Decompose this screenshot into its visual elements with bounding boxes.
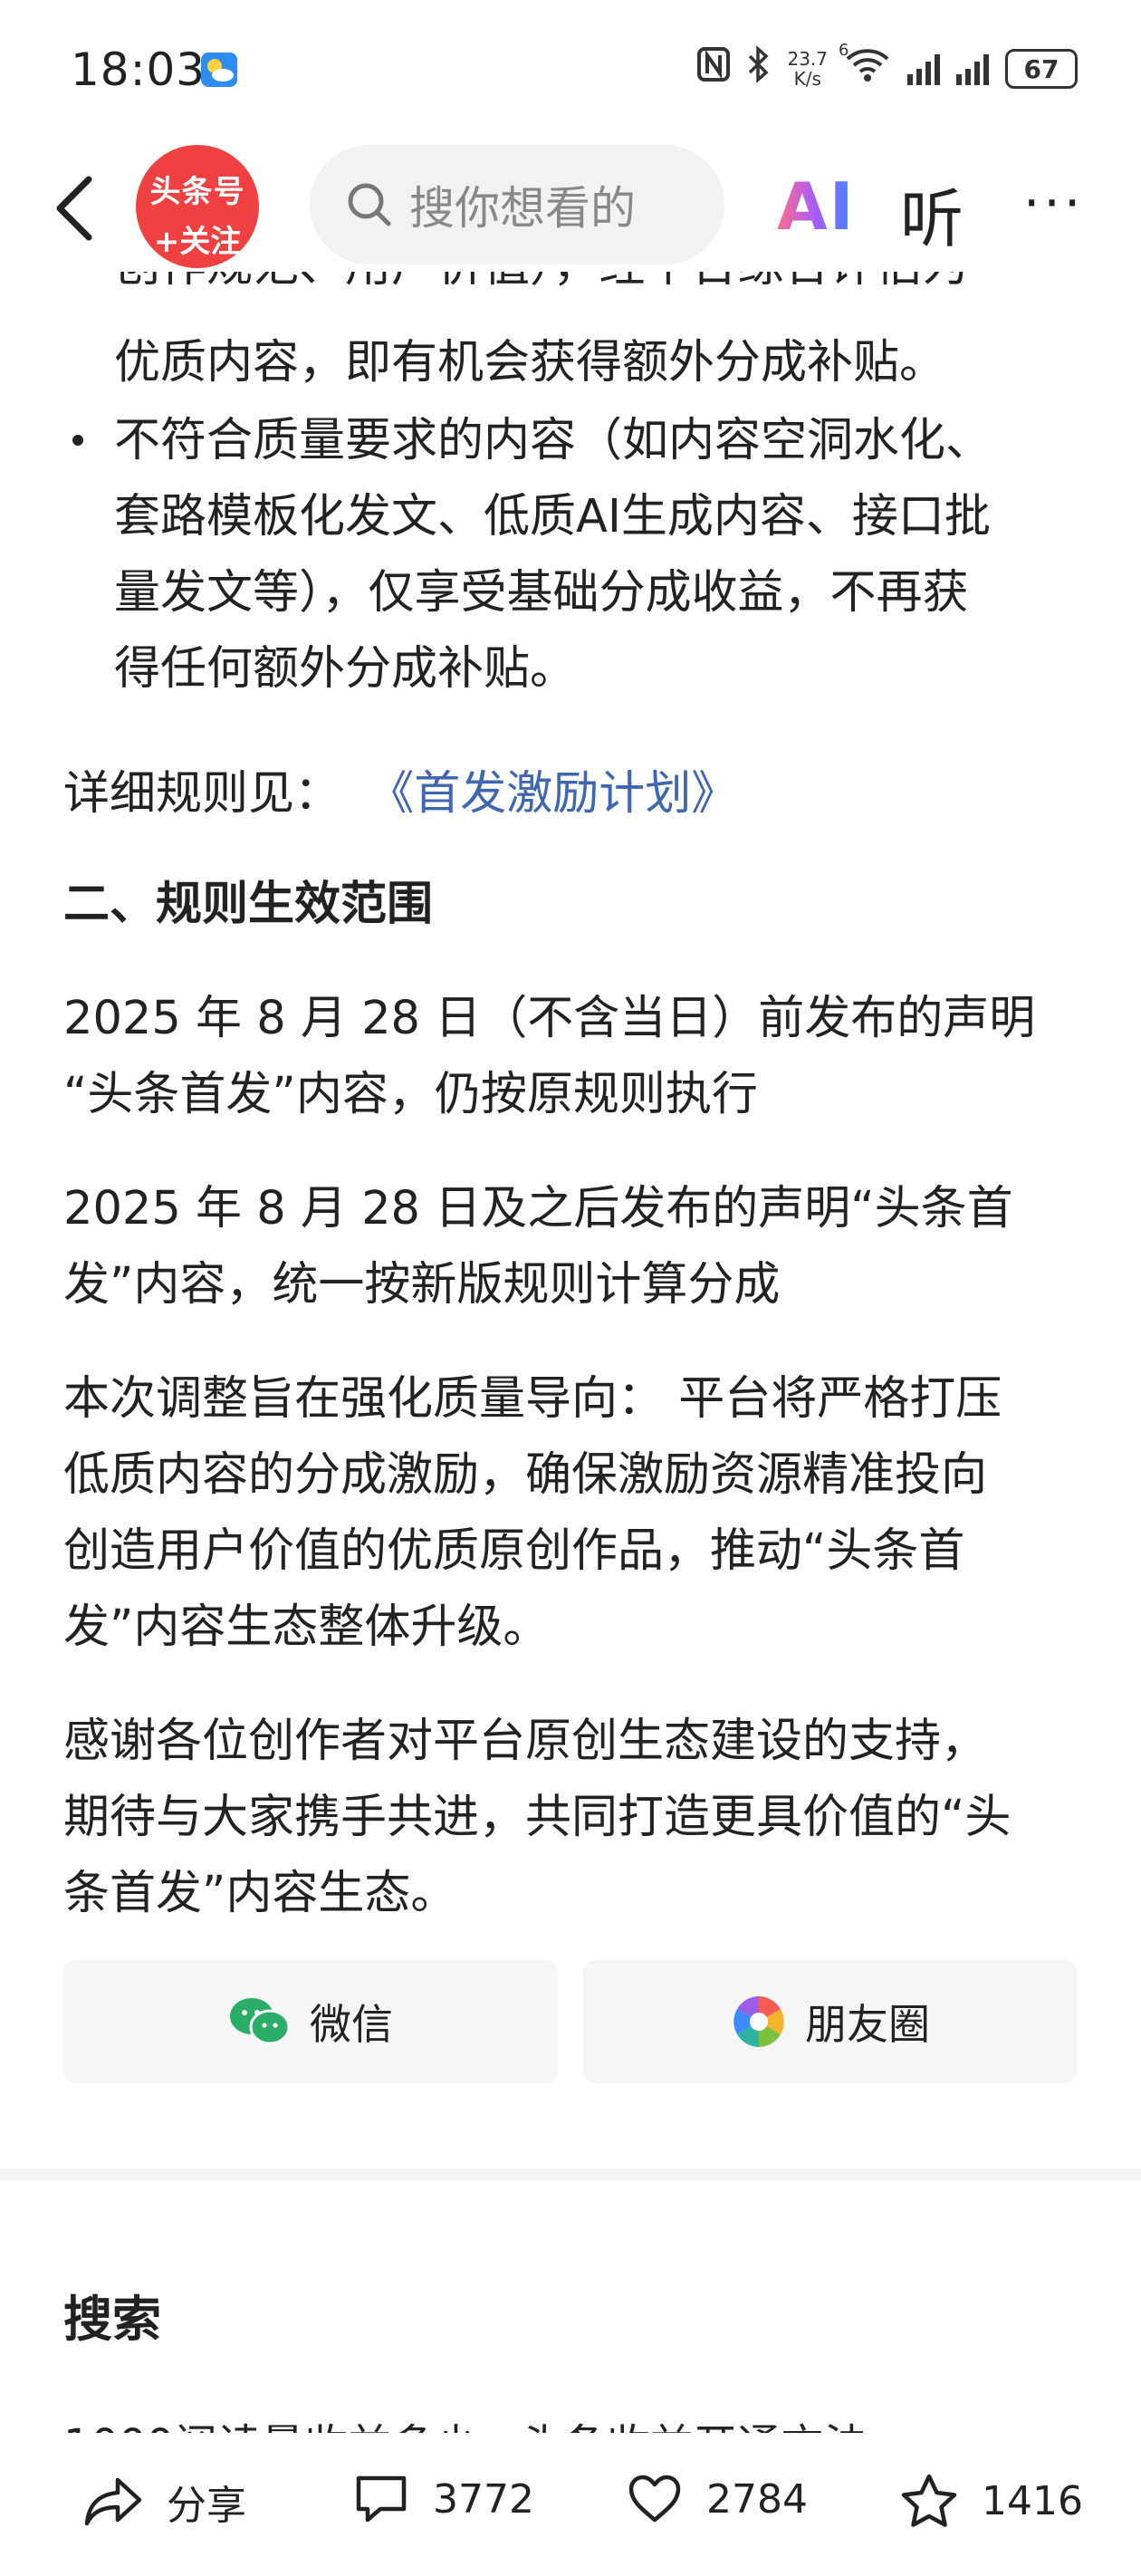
status-icons: 23.7 K/s 6 67 [696, 41, 1078, 92]
paragraph-line: 创造用户价值的优质原创作品，推动“头条首 [63, 1524, 965, 1578]
like-count: 2784 [706, 2475, 808, 2523]
like-button[interactable]: 2784 [627, 2473, 808, 2525]
share-wechat-button[interactable]: 微信 [63, 1960, 558, 2083]
article-cut-line: 创作规范、用户价值），经平台综合评估为 [63, 272, 1087, 308]
paragraph-line: “头条首发”内容，仍按原规则执行 [63, 1068, 758, 1121]
rules-link[interactable]: 《首发激励计划》 [368, 767, 737, 821]
share-label: 分享 [167, 2483, 246, 2529]
share-icon [83, 2475, 143, 2529]
back-button[interactable] [49, 172, 103, 245]
follow-label: +关注 [153, 224, 242, 260]
bluetooth-icon [747, 45, 771, 92]
moments-icon [731, 1994, 787, 2050]
star-icon [900, 2473, 958, 2529]
search-icon [346, 181, 393, 228]
paragraph-line: 2025 年 8 月 28 日（不含当日）前发布的声明 [63, 992, 1036, 1045]
wechat-label: 微信 [310, 2000, 393, 2049]
paragraph-line: 2025 年 8 月 28 日及之后发布的声明“头条首 [63, 1182, 1013, 1235]
rules-prefix: 详细规则见： [63, 767, 341, 821]
heart-icon [627, 2473, 683, 2525]
comment-count: 3772 [433, 2475, 534, 2523]
account-logo: 头条号 [149, 174, 245, 210]
article-line: 得任何额外分成补贴。 [114, 642, 577, 696]
more-button[interactable]: ··· [1023, 172, 1084, 234]
status-time: 18:03 [71, 43, 206, 96]
article-line: 套路模板化发文、低质AI生成内容、接口批 [114, 490, 991, 543]
account-follow-button[interactable]: 头条号 +关注 [136, 145, 259, 268]
favorite-count: 1416 [982, 2477, 1083, 2524]
share-button[interactable]: 分享 [83, 2473, 246, 2531]
favorite-button[interactable]: 1416 [900, 2473, 1083, 2529]
signal-2-icon [956, 53, 989, 85]
paragraph-line: 条首发”内容生态。 [63, 1867, 457, 1920]
paragraph-line: 感谢各位创作者对平台原创生态建设的支持， [63, 1715, 988, 1768]
rules-line: 详细规则见： 《首发激励计划》 [63, 755, 737, 822]
weather-icon [201, 53, 237, 87]
search-bar[interactable]: 搜你想看的 [310, 145, 724, 264]
ai-button[interactable]: AI [777, 168, 856, 245]
paragraph-line: 本次调整旨在强化质量导向： 平台将严格打压 [63, 1372, 1002, 1426]
battery-icon: 67 [1005, 49, 1078, 89]
network-speed: 23.7 K/s [787, 48, 828, 90]
paragraph-line: 发”内容，统一按新版规则计算分成 [63, 1258, 781, 1312]
paragraph-line: 发”内容生态整体升级。 [63, 1600, 550, 1654]
moments-label: 朋友圈 [805, 2000, 930, 2049]
comment-button[interactable]: 3772 [353, 2473, 534, 2525]
article-line: 不符合质量要求的内容（如内容空洞水化、 [114, 414, 992, 467]
section-divider [0, 2168, 1141, 2181]
status-bar: 18:03 23.7 K/s 6 67 [0, 0, 1141, 136]
search-section-title: 搜索 [63, 2291, 161, 2348]
paragraph-line: 期待与大家携手共进，共同打造更具价值的“头 [63, 1791, 1012, 1844]
search-placeholder: 搜你想看的 [409, 182, 636, 235]
signal-1-icon [907, 53, 940, 85]
nfc-icon [696, 46, 731, 91]
wifi-icon: 6 [839, 41, 891, 91]
bullet-dot [72, 435, 83, 446]
article-line: 量发文等），仅享受基础分成收益，不再获 [114, 566, 969, 620]
article-line: 优质内容，即有机会获得额外分成补贴。 [114, 336, 946, 389]
wechat-icon [228, 1994, 292, 2049]
listen-button[interactable]: 听 [900, 168, 964, 260]
section-title: 二、规则生效范围 [63, 878, 434, 931]
comment-icon [353, 2473, 409, 2525]
paragraph-line: 低质内容的分成激励，确保激励资源精准投向 [63, 1448, 988, 1502]
share-moments-button[interactable]: 朋友圈 [583, 1960, 1078, 2083]
